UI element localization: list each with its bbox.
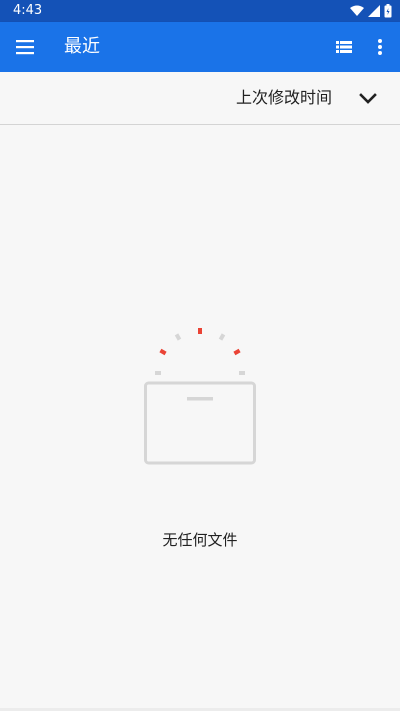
app-bar: 最近 bbox=[0, 22, 400, 72]
status-bar: 4:43 bbox=[0, 0, 400, 22]
status-time: 4:43 bbox=[13, 3, 43, 18]
list-view-button[interactable] bbox=[332, 35, 356, 59]
empty-folder-illustration bbox=[144, 328, 256, 465]
chevron-down-icon bbox=[359, 93, 377, 104]
sort-label[interactable]: 上次修改时间 bbox=[236, 87, 332, 109]
menu-button[interactable] bbox=[12, 34, 38, 60]
file-list-area: 无任何文件 bbox=[0, 125, 400, 711]
status-icons bbox=[350, 4, 392, 18]
menu-icon bbox=[16, 40, 34, 55]
sort-dropdown-button[interactable] bbox=[356, 86, 380, 110]
more-options-button[interactable] bbox=[368, 35, 392, 59]
more-vert-icon bbox=[378, 39, 382, 55]
battery-icon bbox=[384, 4, 392, 18]
wifi-icon bbox=[350, 5, 364, 16]
empty-message: 无任何文件 bbox=[162, 531, 238, 549]
page-title: 最近 bbox=[64, 36, 100, 57]
signal-icon bbox=[368, 5, 380, 17]
list-view-icon bbox=[336, 41, 352, 53]
sort-bar[interactable]: 上次修改时间 bbox=[0, 72, 400, 125]
